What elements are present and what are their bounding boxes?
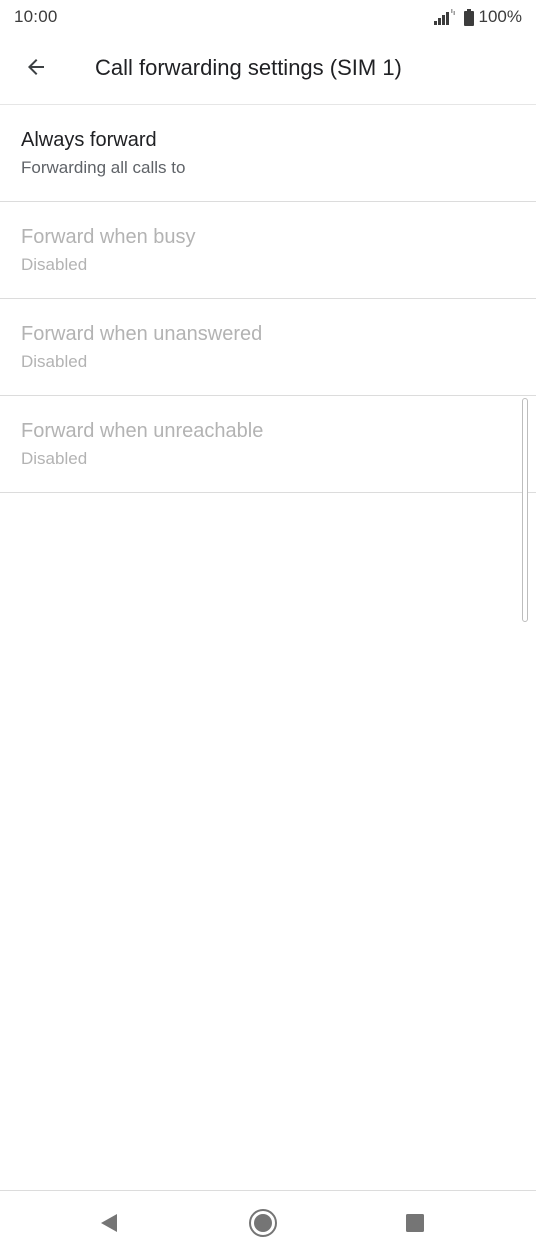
forward-when-busy-item: Forward when busy Disabled [0, 202, 536, 299]
nav-recents-icon [406, 1214, 424, 1232]
app-bar: Call forwarding settings (SIM 1) [0, 34, 536, 105]
scrollbar[interactable] [522, 398, 528, 622]
item-title: Forward when unreachable [21, 420, 264, 442]
back-button[interactable] [16, 47, 56, 87]
signal-icon [433, 9, 455, 25]
forward-when-unreachable-item: Forward when unreachable Disabled [0, 396, 536, 493]
item-title: Always forward [21, 129, 157, 151]
nav-back-button[interactable] [89, 1203, 129, 1243]
item-summary: Disabled [21, 449, 88, 468]
item-title: Forward when busy [21, 226, 196, 248]
page-title: Call forwarding settings (SIM 1) [95, 55, 402, 80]
status-time: 10:00 [14, 7, 58, 26]
nav-home-button[interactable] [243, 1203, 283, 1243]
nav-home-icon [249, 1209, 277, 1237]
forward-when-unanswered-item: Forward when unanswered Disabled [0, 299, 536, 396]
call-forwarding-list: Always forward Forwarding all calls to F… [0, 105, 536, 493]
arrow-back-icon [28, 59, 44, 75]
battery-percentage: 100% [478, 7, 522, 26]
navigation-bar [0, 1190, 536, 1253]
item-summary: Disabled [21, 255, 88, 274]
nav-back-icon [101, 1214, 117, 1232]
item-title: Forward when unanswered [21, 323, 263, 345]
battery-icon [463, 8, 474, 26]
item-summary: Disabled [21, 352, 88, 371]
nav-recents-button[interactable] [395, 1203, 435, 1243]
status-bar: 10:00 100% [0, 0, 536, 34]
always-forward-item[interactable]: Always forward Forwarding all calls to [0, 105, 536, 202]
status-icons: 100% [433, 6, 522, 28]
item-summary: Forwarding all calls to [21, 158, 186, 177]
